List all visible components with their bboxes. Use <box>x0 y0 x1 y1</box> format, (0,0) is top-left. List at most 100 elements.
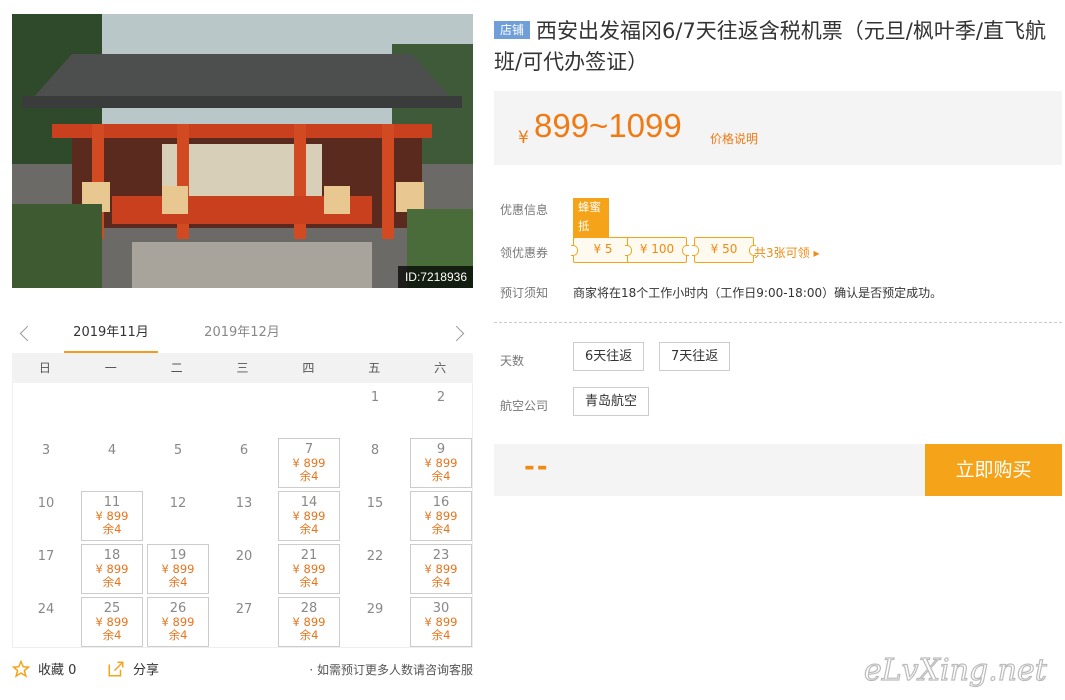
coupon-label: 领优惠券 <box>500 246 549 260</box>
calendar-day-number: 4 <box>107 443 117 458</box>
airline-label: 航空公司 <box>500 399 549 413</box>
calendar-day: 15 <box>344 491 406 541</box>
calendar-day-number: 19 <box>169 548 187 563</box>
price-currency: ¥ <box>518 128 529 148</box>
calendar-day: 12 <box>147 491 209 541</box>
calendar-day-available[interactable]: 11 ¥ 899 余4 <box>81 491 143 541</box>
calendar-day: 27 <box>213 597 275 647</box>
calendar-day-number: 16 <box>432 495 450 510</box>
total-price: -- <box>524 452 550 482</box>
calendar-day: 17 <box>15 544 77 594</box>
left-footer: 收藏 0 分享 · 如需预订更多人数请咨询客服 <box>12 659 473 681</box>
calendar-day: 3 <box>15 438 77 488</box>
calendar-day-number: 22 <box>366 549 384 564</box>
days-label: 天数 <box>500 354 525 368</box>
share-icon <box>108 661 124 676</box>
calendar-day: 6 <box>213 438 275 488</box>
weekday-tue: 二 <box>170 361 183 375</box>
month-tab-nov[interactable]: 2019年11月 <box>64 318 158 354</box>
calendar-day-number: 14 <box>300 495 318 510</box>
calendar-day: 22 <box>344 544 406 594</box>
option-airline-qingdao[interactable]: 青岛航空 <box>573 387 650 416</box>
calendar-day: 2 <box>410 385 472 435</box>
prev-month-arrow-icon[interactable] <box>16 322 36 346</box>
calendar-day-number: 12 <box>169 496 187 511</box>
calendar-day-available[interactable]: 19 ¥ 899 余4 <box>147 544 209 594</box>
price-note-link[interactable]: 价格说明 <box>710 130 758 147</box>
calendar-day-number: 24 <box>37 602 55 617</box>
calendar-day-number: 3 <box>41 443 51 458</box>
weekday-fri: 五 <box>368 361 381 375</box>
calendar-day: 8 <box>344 438 406 488</box>
calendar-day-remaining: 余4 <box>431 469 451 483</box>
buy-bar: -- 立即购买 <box>494 444 1062 496</box>
calendar-day-number: 25 <box>103 601 121 616</box>
group-booking-note: · 如需预订更多人数请咨询客服 <box>309 663 473 677</box>
calendar-day-number: 15 <box>366 496 384 511</box>
coupon-5[interactable]: ¥ 5 <box>571 237 635 263</box>
calendar-day-number: 6 <box>239 443 249 458</box>
calendar-day-remaining: 余4 <box>168 575 188 589</box>
calendar-day-remaining: 余4 <box>431 628 451 642</box>
favorite-button[interactable]: 收藏 0 <box>12 659 76 678</box>
calendar-day-available[interactable]: 18 ¥ 899 余4 <box>81 544 143 594</box>
calendar-day-available[interactable]: 21 ¥ 899 余4 <box>278 544 340 594</box>
weekday-sun: 日 <box>38 361 51 375</box>
buy-now-button[interactable]: 立即购买 <box>925 444 1062 496</box>
watermark-logo: eLvXing.net <box>863 652 1048 688</box>
calendar-day: 29 <box>344 597 406 647</box>
share-button[interactable]: 分享 <box>107 659 159 678</box>
calendar-day-available[interactable]: 23 ¥ 899 余4 <box>410 544 472 594</box>
calendar-day: 4 <box>81 438 143 488</box>
share-label: 分享 <box>133 663 160 678</box>
price-box: ¥ 899~1099 价格说明 <box>494 91 1062 165</box>
calendar-day-number: 30 <box>432 601 450 616</box>
calendar-day-number: 17 <box>37 549 55 564</box>
calendar-day-number: 26 <box>169 601 187 616</box>
coupon-100[interactable]: ¥ 100 <box>625 237 689 263</box>
weekday-thu: 四 <box>302 361 315 375</box>
calendar-day-available[interactable]: 14 ¥ 899 余4 <box>278 491 340 541</box>
calendar-day-number: 2 <box>436 390 446 405</box>
calendar-day-remaining: 余4 <box>431 522 451 536</box>
calendar-day-available[interactable]: 16 ¥ 899 余4 <box>410 491 472 541</box>
option-7-days[interactable]: 7天往返 <box>659 342 731 371</box>
coupon-more-link[interactable]: 共3张可领 ▸ <box>754 244 819 261</box>
calendar-day-remaining: 余4 <box>431 575 451 589</box>
calendar-day: 20 <box>213 544 275 594</box>
notice-text: 商家将在18个工作小时内（工作日9:00-18:00）确认是否预定成功。 <box>573 286 943 300</box>
calendar-day-number: 13 <box>235 496 253 511</box>
notice-label: 预订须知 <box>500 286 549 300</box>
calendar-day-number: 9 <box>436 442 446 457</box>
calendar-day: 13 <box>213 491 275 541</box>
star-icon <box>12 659 30 678</box>
calendar-day-number: 5 <box>173 443 183 458</box>
calendar-day-number: 7 <box>304 442 314 457</box>
favorite-label: 收藏 0 <box>38 663 77 678</box>
section-divider <box>494 322 1062 323</box>
calendar-day-available[interactable]: 26 ¥ 899 余4 <box>147 597 209 647</box>
promo-label: 优惠信息 <box>500 203 549 217</box>
calendar-grid: 1 2 3 4 5 6 7 ¥ 899 余4 8 9 ¥ 899 余4 10 11 ¥ 899 余4 12 13 14… <box>12 383 473 648</box>
calendar-day-remaining: 余4 <box>102 575 122 589</box>
calendar-day-available[interactable]: 7 ¥ 899 余4 <box>278 438 340 488</box>
calendar-weekday-row: 日 一 二 三 四 五 六 <box>12 353 473 383</box>
month-tab-dec[interactable]: 2019年12月 <box>195 318 289 354</box>
calendar-day-available[interactable]: 28 ¥ 899 余4 <box>278 597 340 647</box>
calendar-day-number: 21 <box>300 548 318 563</box>
shrine-photo-illustration <box>12 14 473 288</box>
option-6-days[interactable]: 6天往返 <box>573 342 645 371</box>
calendar-day-number: 1 <box>370 390 380 405</box>
photo-id-label: ID:7218936 <box>397 266 473 288</box>
product-photo[interactable]: ID:7218936 <box>12 14 473 288</box>
next-month-arrow-icon[interactable] <box>449 322 469 346</box>
coupon-50[interactable]: ¥ 50 <box>692 237 756 263</box>
calendar-day-available[interactable]: 30 ¥ 899 余4 <box>410 597 472 647</box>
calendar-day-remaining: 余4 <box>299 628 319 642</box>
calendar-day-available[interactable]: 25 ¥ 899 余4 <box>81 597 143 647</box>
calendar-day-number: 10 <box>37 496 55 511</box>
calendar-day-remaining: 余4 <box>299 522 319 536</box>
calendar-day: 24 <box>15 597 77 647</box>
calendar-day-available[interactable]: 9 ¥ 899 余4 <box>410 438 472 488</box>
price-range: 899~1099 <box>534 107 682 144</box>
